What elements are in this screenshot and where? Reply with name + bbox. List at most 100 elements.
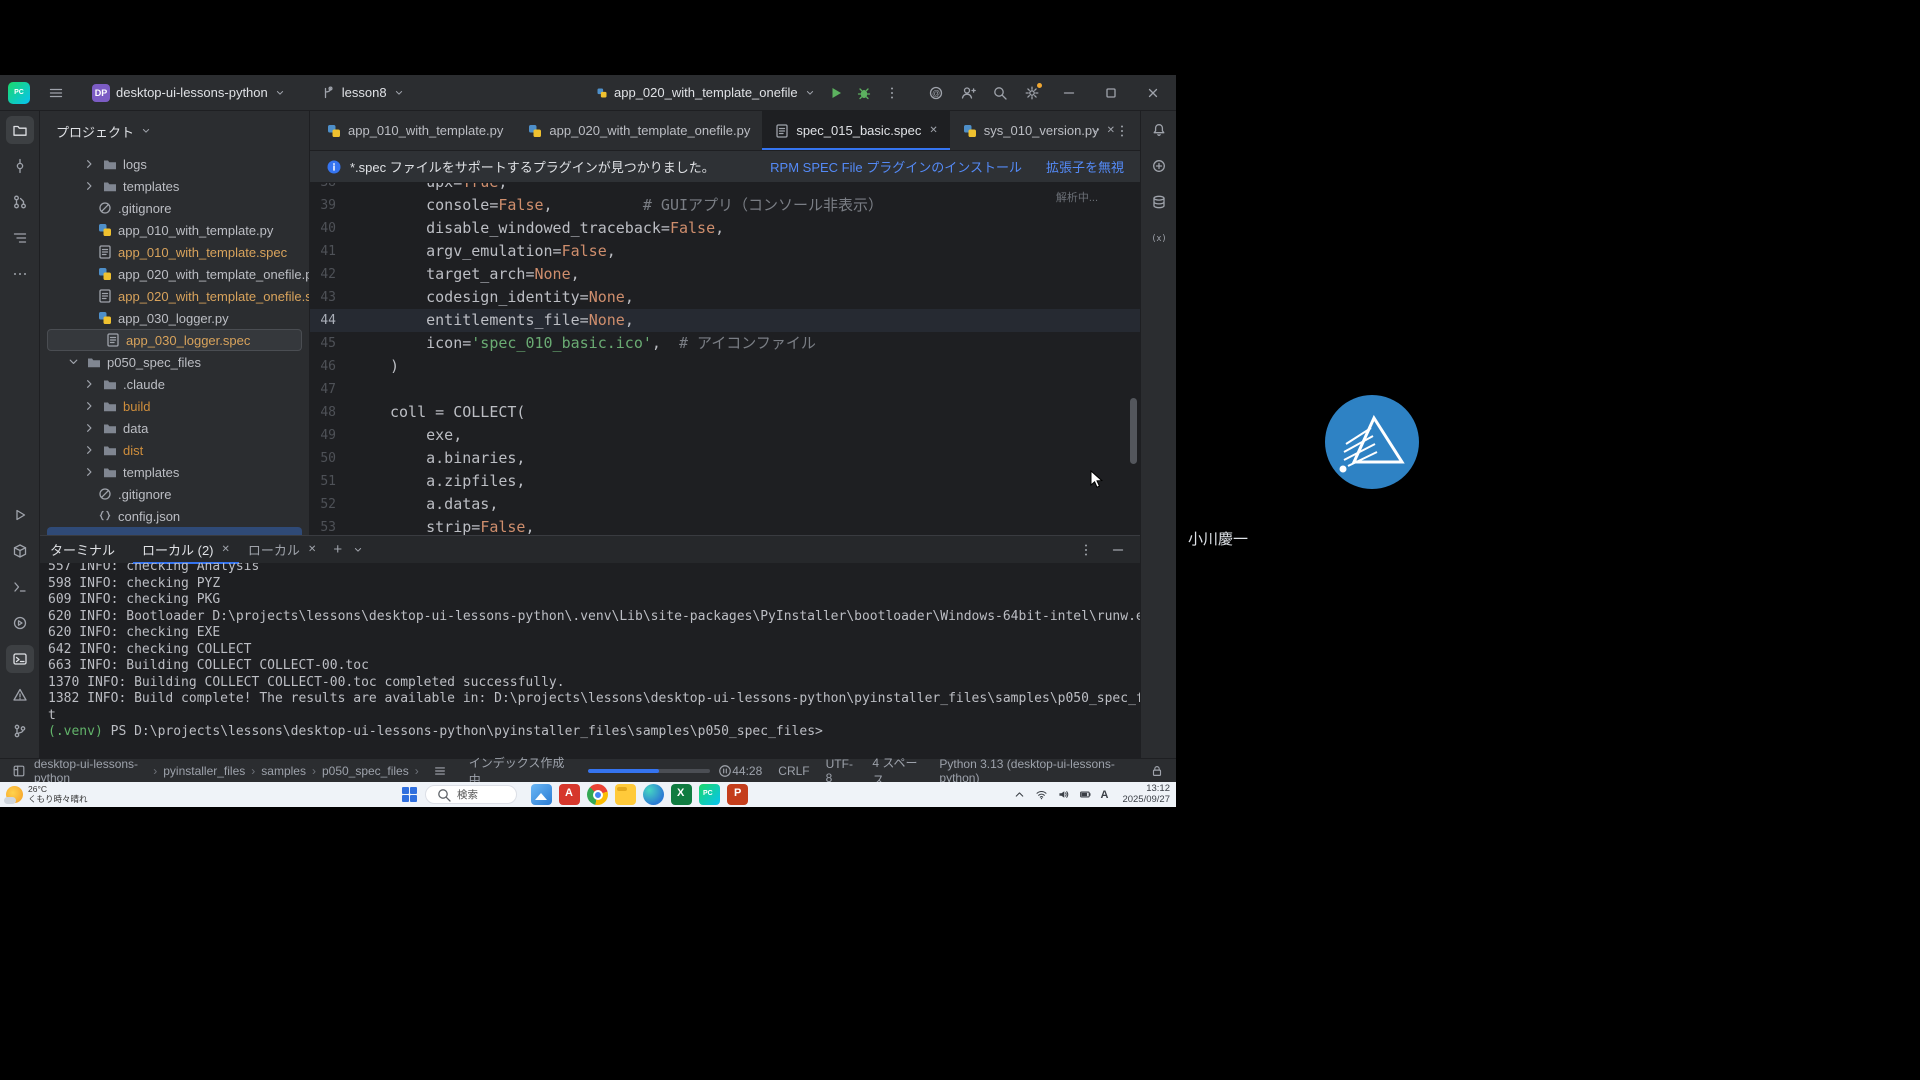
explorer-app-icon[interactable]: [615, 784, 636, 805]
run-button[interactable]: [828, 85, 844, 101]
chrome-app-icon[interactable]: [587, 784, 608, 805]
start-button[interactable]: [402, 787, 417, 802]
tree-item[interactable]: app_030_logger.py: [40, 307, 309, 329]
tree-item[interactable]: app_020_with_template_onefile.p: [40, 263, 309, 285]
editor-tab[interactable]: app_020_with_template_onefile.py: [515, 111, 762, 150]
terminal-more-icon[interactable]: [1078, 542, 1094, 558]
tree-item[interactable]: config.json: [40, 505, 309, 527]
lock-icon[interactable]: [1150, 764, 1164, 778]
tool-window-button-project-folder[interactable]: [6, 116, 34, 144]
search-everywhere-icon[interactable]: [992, 85, 1008, 101]
tool-window-button-commit[interactable]: [6, 152, 34, 180]
tool-window-button-pull-requests[interactable]: [6, 188, 34, 216]
line-ending[interactable]: CRLF: [778, 764, 809, 778]
edge-app-icon[interactable]: [643, 784, 664, 805]
tree-item[interactable]: [47, 527, 302, 535]
project-panel-header[interactable]: プロジェクト: [40, 111, 309, 151]
volume-icon[interactable]: [1057, 788, 1070, 801]
taskbar-clock[interactable]: 13:12 2025/09/27: [1122, 784, 1170, 805]
add-user-icon[interactable]: [960, 85, 976, 101]
tool-window-button-python-packages[interactable]: [6, 537, 34, 565]
breadcrumb-item[interactable]: pyinstaller_files: [163, 764, 245, 778]
tree-item[interactable]: data: [40, 417, 309, 439]
tool-window-button-notifications[interactable]: [1145, 116, 1173, 144]
tree-item[interactable]: app_030_logger.spec: [47, 329, 302, 351]
tree-item[interactable]: build: [40, 395, 309, 417]
terminal-tab[interactable]: ローカル (2)✕: [133, 536, 239, 564]
maximize-window-icon[interactable]: [1098, 85, 1124, 101]
install-plugin-link[interactable]: RPM SPEC File プラグインのインストール: [770, 157, 1022, 176]
excel-app-icon[interactable]: [671, 784, 692, 805]
tool-window-button-database[interactable]: [1145, 188, 1173, 216]
hide-terminal-icon[interactable]: [1110, 542, 1126, 558]
ime-indicator[interactable]: A: [1101, 789, 1109, 801]
breadcrumb-item[interactable]: samples: [261, 764, 306, 778]
taskbar-search[interactable]: 検索: [425, 785, 517, 804]
settings-gear-icon[interactable]: [1024, 85, 1040, 101]
acrobat-app-icon[interactable]: [559, 784, 580, 805]
editor-scrollbar[interactable]: [1130, 398, 1137, 464]
powerpoint-app-icon[interactable]: [727, 784, 748, 805]
run-configuration[interactable]: app_020_with_template_onefile: [596, 85, 816, 100]
tree-item[interactable]: templates: [40, 175, 309, 197]
main-menu-icon[interactable]: [48, 85, 64, 101]
debug-button[interactable]: [856, 85, 872, 101]
tool-window-button-terminal[interactable]: [6, 645, 34, 673]
tree-item[interactable]: p050_spec_files: [40, 351, 309, 373]
project-widget[interactable]: DP desktop-ui-lessons-python: [86, 81, 292, 105]
close-tab-icon[interactable]: ✕: [929, 125, 937, 136]
tree-item[interactable]: templates: [40, 461, 309, 483]
terminal-options-chevron-icon[interactable]: [352, 544, 364, 556]
tree-item[interactable]: dist: [40, 439, 309, 461]
editor-tab[interactable]: app_010_with_template.py: [314, 111, 515, 150]
tree-item[interactable]: app_010_with_template.py: [40, 219, 309, 241]
tool-window-button-variables[interactable]: (x): [1145, 224, 1173, 252]
close-terminal-tab-icon[interactable]: ✕: [308, 544, 316, 555]
tree-item[interactable]: app_020_with_template_onefile.s: [40, 285, 309, 307]
editor-tab[interactable]: spec_015_basic.spec✕: [762, 111, 949, 150]
tool-windows-icon[interactable]: [12, 764, 26, 778]
pycharm-app-icon[interactable]: [699, 784, 720, 805]
terminal-output[interactable]: 557 INFO: checking Analysis598 INFO: che…: [40, 563, 1140, 758]
tool-window-button-services[interactable]: [6, 609, 34, 637]
file-encoding[interactable]: UTF-8: [826, 757, 857, 785]
tool-window-button-version-control[interactable]: [6, 717, 34, 745]
line-number: 51: [310, 470, 336, 493]
code-editor[interactable]: 38 upx=True,39 console=False, # GUIアプリ（コ…: [310, 183, 1140, 535]
tool-window-button-more[interactable]: [6, 260, 34, 288]
photos-app-icon[interactable]: [531, 784, 552, 805]
tool-window-button-python-console[interactable]: [6, 573, 34, 601]
pause-indexing-icon[interactable]: [718, 764, 732, 778]
tool-window-button-structure[interactable]: [6, 224, 34, 252]
tree-item[interactable]: app_010_with_template.spec: [40, 241, 309, 263]
tree-item-label: app_020_with_template_onefile.s: [118, 289, 309, 304]
tab-list-chevron-icon[interactable]: [1090, 125, 1102, 137]
tool-window-button-run[interactable]: [6, 501, 34, 529]
code-line: 38 upx=True,: [310, 183, 1140, 194]
battery-icon[interactable]: [1079, 788, 1092, 801]
close-window-icon[interactable]: [1140, 85, 1166, 101]
tool-window-button-ai-assistant[interactable]: [1145, 152, 1173, 180]
code-with-me-icon[interactable]: @: [928, 85, 944, 101]
tree-item[interactable]: .claude: [40, 373, 309, 395]
file-structure-icon[interactable]: [433, 764, 447, 778]
breadcrumb-item[interactable]: desktop-ui-lessons-python: [34, 757, 147, 785]
terminal-tab[interactable]: ローカル✕: [239, 536, 325, 564]
tab-options-icon[interactable]: [1114, 123, 1130, 139]
wifi-icon[interactable]: [1035, 788, 1048, 801]
tool-window-button-problems[interactable]: [6, 681, 34, 709]
tree-item[interactable]: .gitignore: [40, 483, 309, 505]
chevron-up-icon[interactable]: [1013, 788, 1026, 801]
caret-position[interactable]: 44:28: [732, 764, 762, 778]
ignore-extension-link[interactable]: 拡張子を無視: [1046, 157, 1124, 176]
minimize-window-icon[interactable]: [1056, 85, 1082, 101]
new-terminal-icon[interactable]: +: [333, 541, 342, 558]
close-terminal-tab-icon[interactable]: ✕: [222, 544, 230, 555]
tree-item[interactable]: .gitignore: [40, 197, 309, 219]
breadcrumb-item[interactable]: p050_spec_files: [322, 764, 409, 778]
branch-widget[interactable]: lesson8: [314, 82, 411, 104]
more-actions-icon[interactable]: [884, 85, 900, 101]
weather-widget[interactable]: 26°C くもり時々晴れ: [6, 784, 88, 804]
python-interpreter[interactable]: Python 3.13 (desktop-ui-lessons-python): [939, 757, 1134, 785]
tree-item[interactable]: logs: [40, 153, 309, 175]
